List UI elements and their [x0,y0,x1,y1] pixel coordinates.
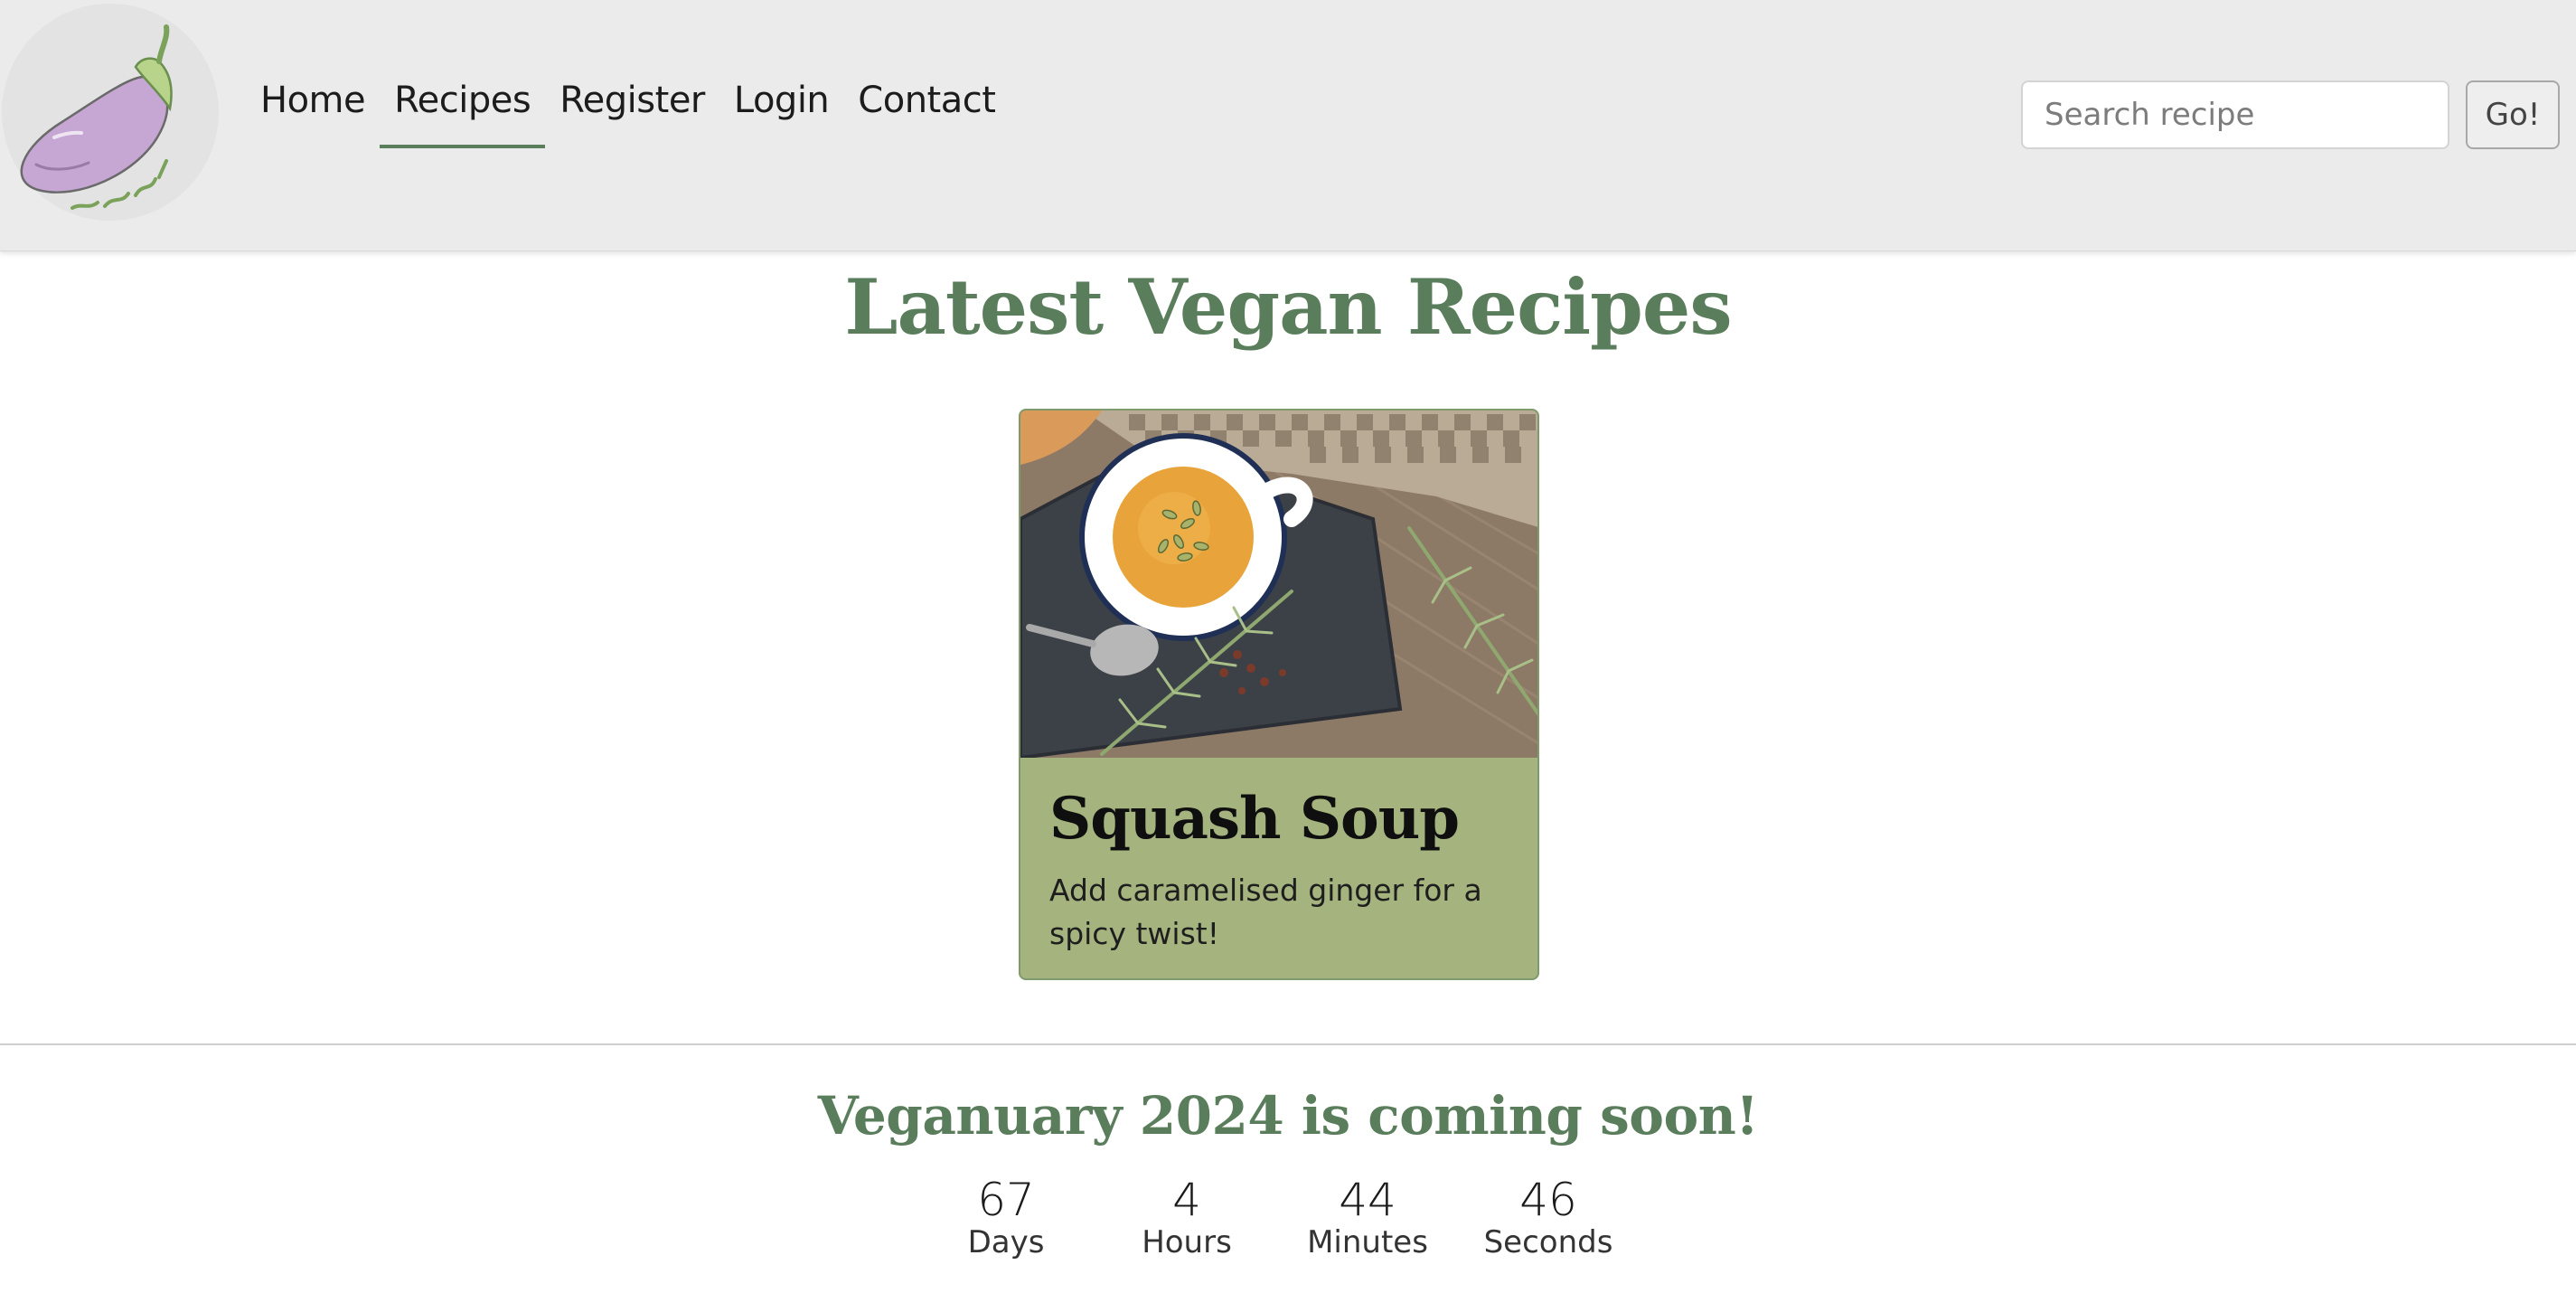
recipe-description: Add caramelised ginger for a spicy twist… [1049,873,1482,951]
page-title: Latest Vegan Recipes [844,262,1732,352]
squash-soup-image [1020,411,1537,758]
nav-login[interactable]: Login [719,54,843,148]
countdown-hours-label: Hours [1142,1224,1232,1260]
countdown-title: Veganuary 2024 is coming soon! [817,1085,1759,1147]
countdown-hours: 4 Hours [1096,1175,1277,1260]
search-submit-button[interactable]: Go! [2466,80,2560,149]
main-nav: Home Recipes Register Login Contact [246,54,1010,148]
countdown-minutes: 44 Minutes [1277,1175,1458,1260]
countdown-minutes-label: Minutes [1307,1224,1428,1260]
countdown-hours-value: 4 [1172,1174,1201,1226]
section-divider [0,1043,2576,1045]
eggplant-logo[interactable] [0,2,221,222]
site-header: Home Recipes Register Login Contact Go! [0,0,2576,251]
nav-recipes[interactable]: Recipes [380,54,546,148]
countdown-days-label: Days [967,1224,1045,1260]
countdown-seconds-value: 46 [1519,1174,1577,1226]
nav-register[interactable]: Register [545,54,719,148]
recipe-card-body: Squash Soup Add caramelised ginger for a… [1020,758,1537,978]
recipe-title: Squash Soup [1049,785,1460,853]
search-input[interactable] [2021,80,2449,149]
countdown-minutes-value: 44 [1339,1174,1396,1226]
countdown-seconds: 46 Seconds [1458,1175,1639,1260]
countdown-days-value: 67 [977,1174,1035,1226]
nav-home[interactable]: Home [246,54,380,148]
recipe-card[interactable]: Squash Soup Add caramelised ginger for a… [1019,409,1539,980]
nav-contact[interactable]: Contact [843,54,1010,148]
search-form: Go! [2021,80,2560,149]
countdown-seconds-label: Seconds [1483,1224,1613,1260]
countdown-days: 67 Days [916,1175,1096,1260]
countdown-timer: 67 Days 4 Hours 44 Minutes 46 Seconds [916,1175,1639,1260]
